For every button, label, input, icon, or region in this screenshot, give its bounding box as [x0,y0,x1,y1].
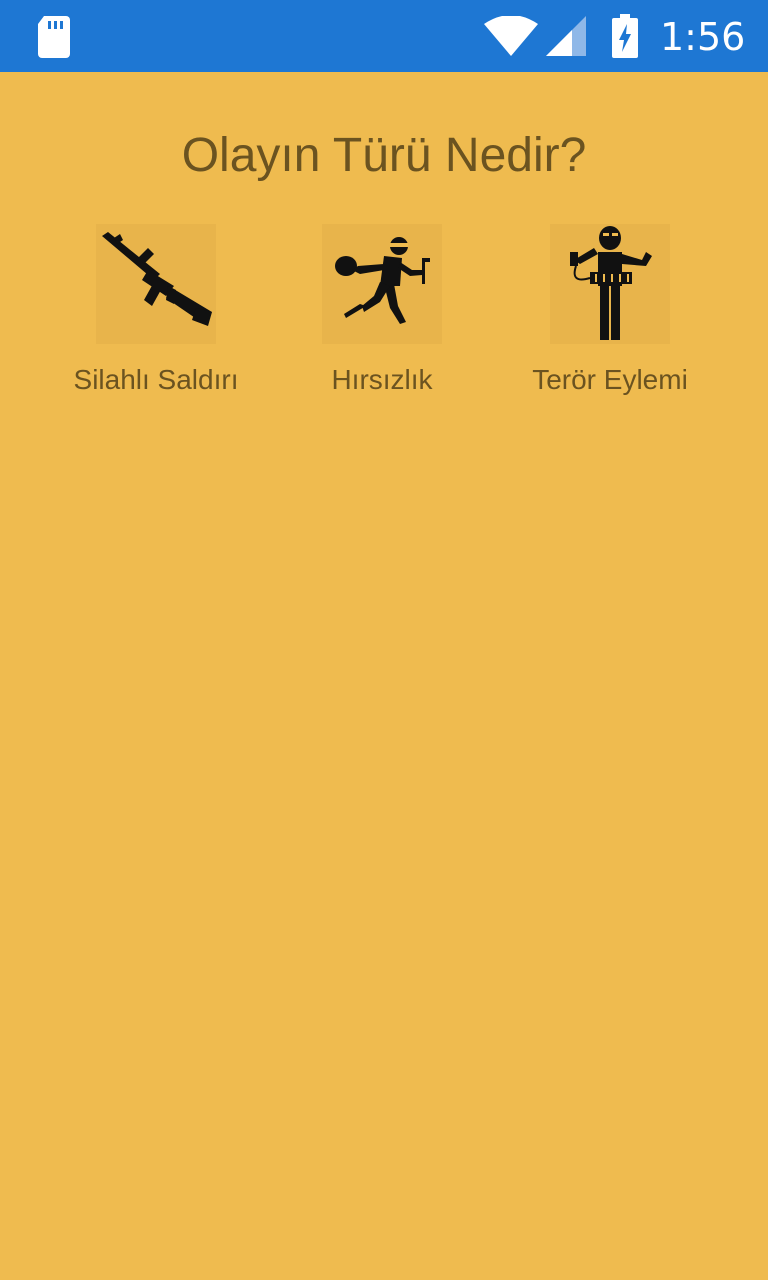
option-theft[interactable]: Hırsızlık [267,218,497,418]
sd-card-icon [38,16,70,58]
cell-signal-icon [546,16,586,56]
option-label: Terör Eylemi [532,364,688,395]
rifle-icon [96,224,216,344]
bomber-icon [550,224,670,344]
page-title: Olayın Türü Nedir? [181,129,587,182]
status-time: 1:56 [660,15,746,59]
wifi-icon [484,16,538,56]
thief-icon [322,224,442,344]
battery-charging-icon [612,14,638,58]
option-terror-act[interactable]: Terör Eylemi [495,218,725,418]
option-label: Silahlı Saldırı [73,364,239,395]
status-bar: 1:56 [0,0,768,72]
option-armed-attack[interactable]: Silahlı Saldırı [41,218,271,418]
option-label: Hırsızlık [331,364,433,395]
